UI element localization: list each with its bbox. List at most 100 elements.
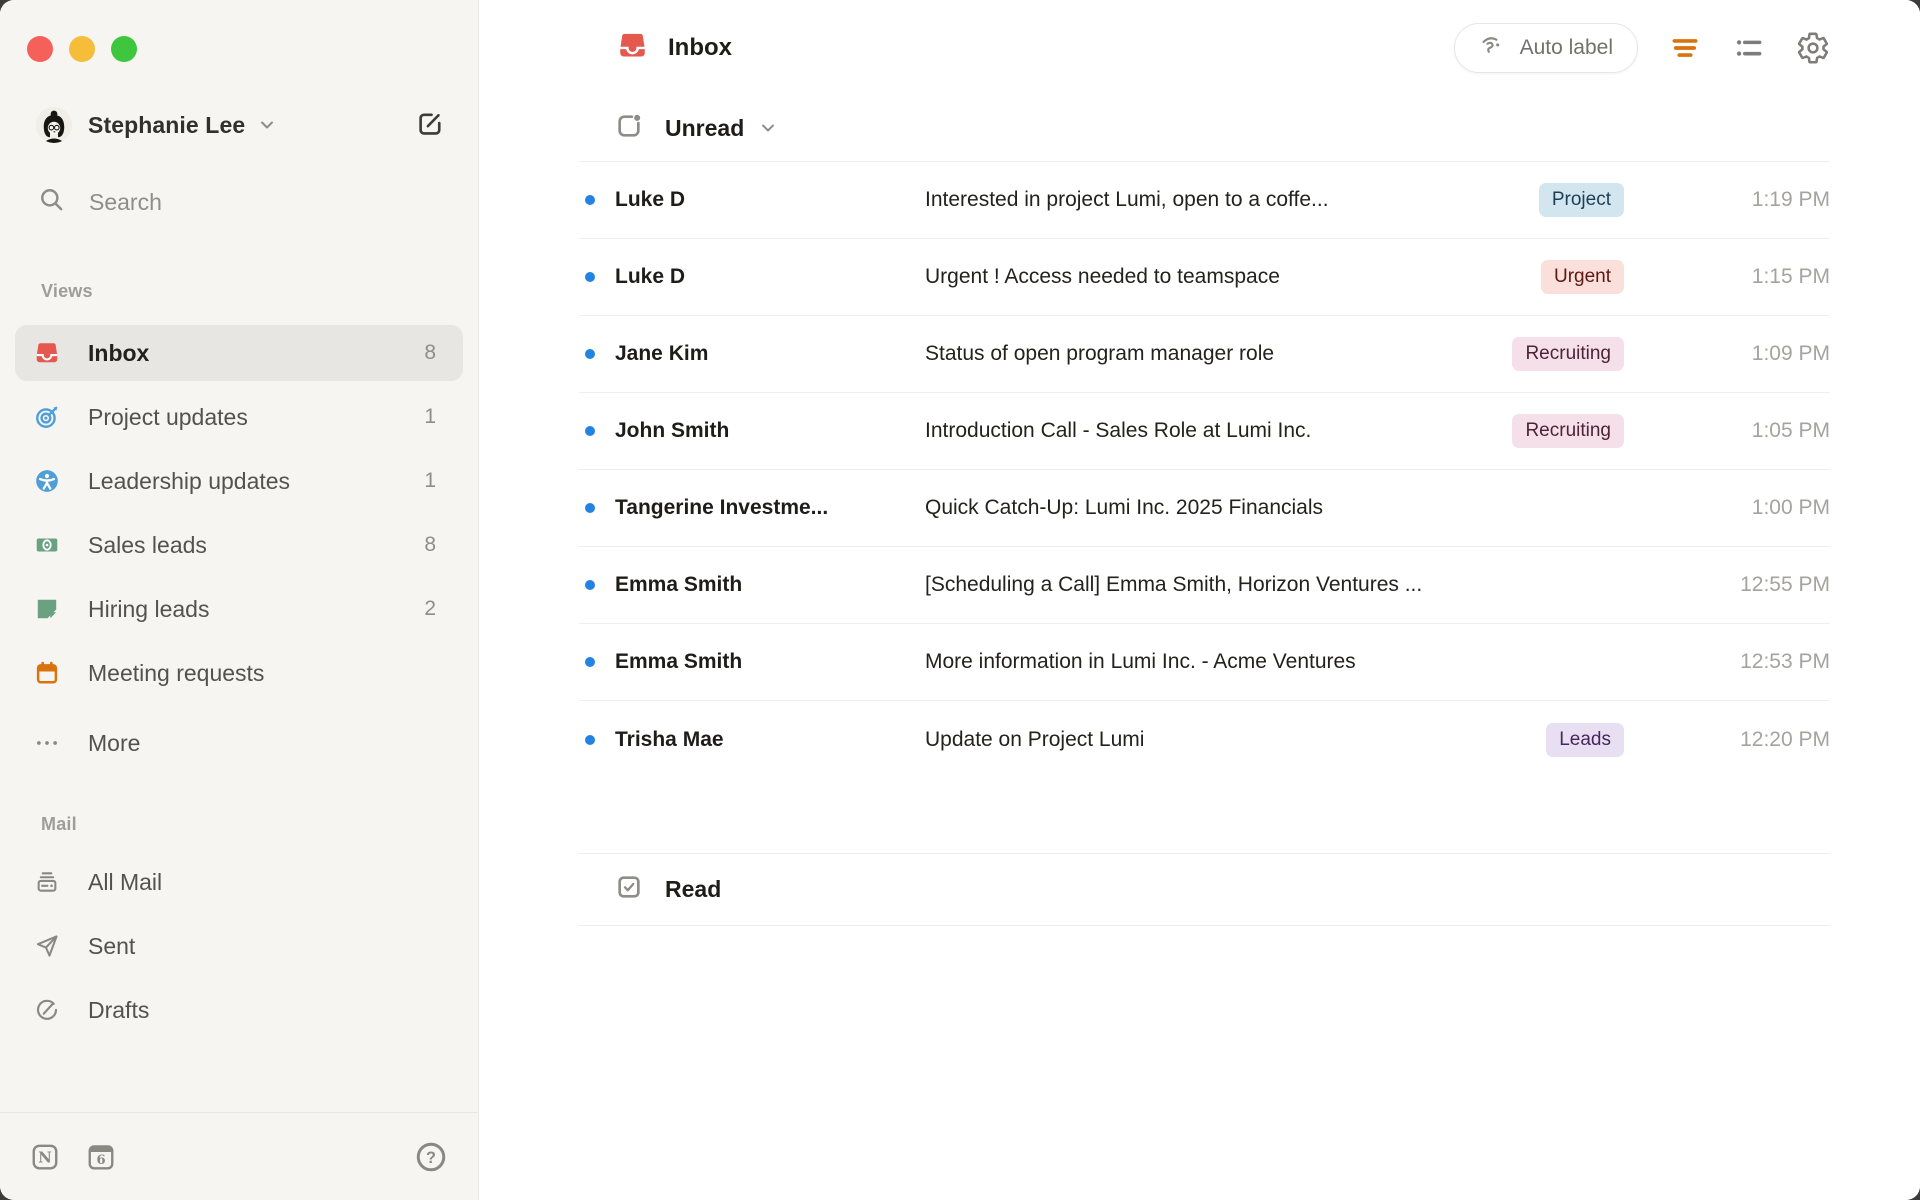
email-row[interactable]: Trisha Mae Update on Project Lumi Leads … — [579, 701, 1830, 778]
user-name: Stephanie Lee — [88, 111, 246, 138]
email-subject: Introduction Call - Sales Role at Lumi I… — [925, 419, 1312, 442]
send-icon — [34, 933, 60, 959]
account-switcher[interactable]: Stephanie Lee — [36, 107, 446, 143]
email-list: Luke D Interested in project Lumi, open … — [579, 161, 1830, 778]
email-row[interactable]: Luke D Interested in project Lumi, open … — [579, 162, 1830, 239]
email-subject: Quick Catch-Up: Lumi Inc. 2025 Financial… — [925, 496, 1324, 519]
calendar-icon — [34, 660, 60, 686]
filter-icon[interactable] — [1668, 31, 1702, 65]
read-section-header[interactable]: Read — [579, 853, 1830, 926]
email-subject: Status of open program manager role — [925, 342, 1275, 365]
email-row[interactable]: Tangerine Investme... Quick Catch-Up: Lu… — [579, 470, 1830, 547]
email-row[interactable]: Luke D Urgent ! Access needed to teamspa… — [579, 239, 1830, 316]
main-header: Inbox Auto label — [579, 0, 1830, 96]
money-icon — [34, 532, 60, 558]
email-row[interactable]: John Smith Introduction Call - Sales Rol… — [579, 393, 1830, 470]
email-sender: Emma Smith — [615, 573, 743, 596]
email-sender: John Smith — [615, 419, 730, 442]
unread-label: Unread — [665, 115, 745, 141]
email-tag: Leads — [1546, 722, 1624, 757]
svg-text:6: 6 — [96, 1153, 105, 1168]
unread-dot-icon — [585, 195, 595, 205]
inbox-icon — [617, 30, 648, 66]
ellipsis-icon — [34, 730, 60, 756]
close-window-button[interactable] — [27, 36, 53, 62]
unread-count: 8 — [424, 341, 436, 364]
email-subject: [Scheduling a Call] Emma Smith, Horizon … — [925, 573, 1423, 596]
email-sender: Luke D — [615, 188, 686, 211]
accessibility-icon — [34, 468, 60, 494]
email-subject: Interested in project Lumi, open to a co… — [925, 188, 1329, 211]
email-subject: More information in Lumi Inc. - Acme Ven… — [925, 650, 1356, 673]
email-subject: Update on Project Lumi — [925, 727, 1145, 751]
svg-text:?: ? — [426, 1148, 436, 1166]
email-time: 1:09 PM — [1751, 342, 1830, 365]
mail-nav: All Mail Sent Drafts — [0, 854, 478, 1038]
unread-dot-icon — [585, 426, 595, 436]
zoom-window-button[interactable] — [111, 36, 137, 62]
svg-text:N: N — [38, 1148, 52, 1166]
sidebar-item-project-updates[interactable]: Project updates 1 — [15, 389, 463, 445]
chevron-down-icon — [257, 115, 277, 140]
notion-app-button[interactable]: N — [30, 1142, 60, 1172]
search-button[interactable]: Search — [38, 188, 478, 216]
search-icon — [38, 186, 65, 218]
views-nav: Inbox 8 Project updates 1 Leadership upd… — [0, 325, 478, 771]
email-time: 1:05 PM — [1751, 419, 1830, 442]
email-sender: Jane Kim — [615, 342, 709, 365]
email-tag: Urgent — [1540, 260, 1624, 294]
sidebar-item-all-mail[interactable]: All Mail — [15, 854, 463, 910]
sidebar-item-hiring-leads[interactable]: Hiring leads 2 — [15, 581, 463, 637]
page-title: Inbox — [668, 34, 732, 61]
sidebar-item-inbox[interactable]: Inbox 8 — [15, 325, 463, 381]
list-view-icon[interactable] — [1732, 31, 1766, 65]
unread-section-header[interactable]: Unread — [579, 96, 1830, 161]
unread-dot-icon — [585, 272, 595, 282]
email-time: 1:19 PM — [1751, 188, 1830, 211]
sidebar-item-more[interactable]: More — [15, 715, 463, 771]
compose-button[interactable] — [414, 109, 446, 141]
email-row[interactable]: Jane Kim Status of open program manager … — [579, 316, 1830, 393]
email-sender: Trisha Mae — [615, 727, 724, 751]
help-button[interactable]: ? — [414, 1140, 448, 1174]
email-sender: Luke D — [615, 265, 686, 288]
auto-label-label: Auto label — [1519, 36, 1613, 59]
window-controls — [0, 0, 478, 62]
email-time: 1:00 PM — [1751, 496, 1830, 519]
chevron-down-icon — [758, 118, 778, 143]
email-time: 12:55 PM — [1740, 573, 1830, 596]
email-row[interactable]: Emma Smith More information in Lumi Inc.… — [579, 624, 1830, 701]
main-panel: Inbox Auto label Unread Luke D Intereste… — [479, 0, 1920, 1200]
sidebar: Stephanie Lee Search Views Inbox 8 Proje… — [0, 0, 479, 1200]
read-label: Read — [665, 876, 722, 902]
sidebar-item-drafts[interactable]: Drafts — [15, 982, 463, 1038]
app-window: Stephanie Lee Search Views Inbox 8 Proje… — [0, 0, 1920, 1200]
unread-dot-icon — [585, 503, 595, 513]
sidebar-item-leadership-updates[interactable]: Leadership updates 1 — [15, 453, 463, 509]
email-tag: Project — [1538, 183, 1624, 217]
sidebar-footer: N 6 ? — [0, 1112, 478, 1200]
email-sender: Tangerine Investme... — [615, 496, 829, 519]
draft-icon — [34, 997, 60, 1023]
compose-icon — [415, 113, 445, 142]
settings-icon[interactable] — [1796, 31, 1830, 65]
note-icon — [34, 596, 60, 622]
auto-label-icon — [1479, 33, 1506, 63]
sidebar-item-sales-leads[interactable]: Sales leads 8 — [15, 517, 463, 573]
email-tag: Recruiting — [1512, 414, 1624, 448]
sidebar-item-meeting-requests[interactable]: Meeting requests — [15, 645, 463, 701]
auto-label-button[interactable]: Auto label — [1453, 23, 1638, 73]
unread-dot-icon — [585, 734, 595, 745]
minimize-window-button[interactable] — [69, 36, 95, 62]
sidebar-item-sent[interactable]: Sent — [15, 918, 463, 974]
email-sender: Emma Smith — [615, 650, 743, 673]
views-section-label: Views — [41, 281, 93, 301]
email-row[interactable]: Emma Smith [Scheduling a Call] Emma Smit… — [579, 547, 1830, 624]
unread-dot-icon — [585, 657, 595, 667]
mail-section-label: Mail — [41, 814, 77, 834]
email-time: 12:20 PM — [1740, 727, 1830, 751]
inbox-icon — [34, 340, 60, 366]
unread-icon — [615, 112, 643, 145]
calendar-app-button[interactable]: 6 — [86, 1142, 116, 1172]
avatar — [36, 107, 72, 143]
